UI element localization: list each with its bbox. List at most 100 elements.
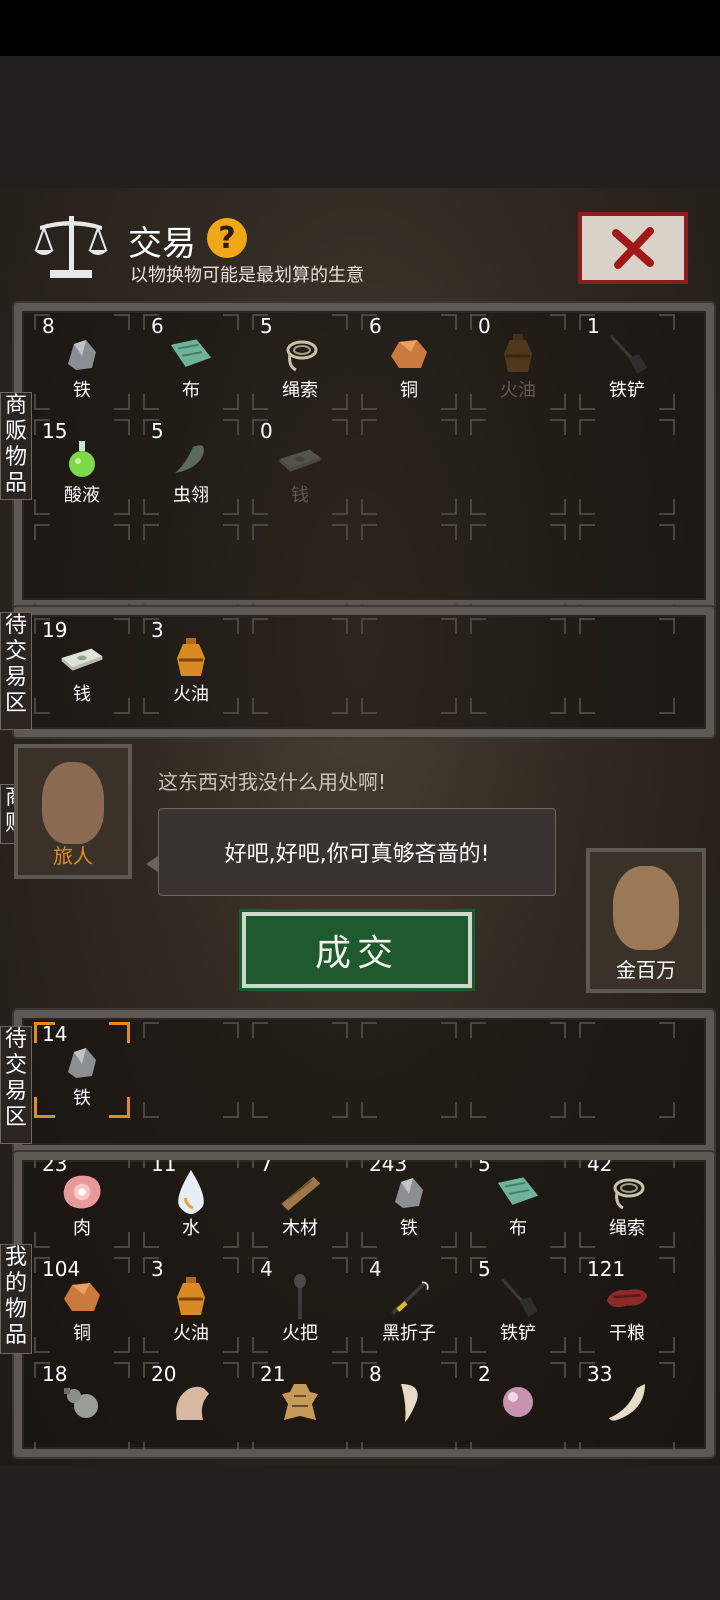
slot-corner xyxy=(659,1102,675,1118)
slot-corner xyxy=(252,698,268,714)
deal-button[interactable]: 成交 xyxy=(239,909,475,991)
slot-corner xyxy=(441,314,457,330)
slot-corner xyxy=(550,618,566,634)
item-slot[interactable]: 4 火把 xyxy=(252,1257,348,1353)
item-slot[interactable]: 3 火油 xyxy=(143,1257,239,1353)
item-slot[interactable]: 42 绳索 xyxy=(579,1160,675,1248)
slot-corner xyxy=(223,524,239,540)
item-slot[interactable]: 19 钱 xyxy=(34,618,130,714)
item-slot[interactable]: 4 黑折子 xyxy=(361,1257,457,1353)
reply-bubble: 好吧,好吧,你可真够吝啬的! xyxy=(158,808,556,896)
empty-slot xyxy=(470,618,566,714)
slot-corner xyxy=(223,314,239,330)
slot-corner xyxy=(361,499,377,515)
item-slot[interactable]: 21 xyxy=(252,1362,348,1449)
slot-corner xyxy=(659,314,675,330)
item-name: 虫翎 xyxy=(173,485,209,506)
oil-jar-icon xyxy=(496,332,540,376)
slot-corner xyxy=(252,618,268,634)
slot-corner xyxy=(441,1257,457,1273)
item-slot[interactable]: 6布 xyxy=(143,314,239,410)
item-slot[interactable]: 23 肉 xyxy=(34,1160,130,1248)
item-slot[interactable]: 0钱 xyxy=(252,419,348,515)
slot-corner xyxy=(441,1362,457,1378)
item-count: 3 xyxy=(151,618,164,642)
my-items-box: 23 肉 11 水 7 木材 243 铁 5 布 42 绳索 104 铜 3 火油 4 火把 4 黑折子 5 铁铲 121 干… xyxy=(14,1152,714,1457)
slot-corner xyxy=(659,499,675,515)
item-slot[interactable]: 5 虫翎 xyxy=(143,419,239,515)
help-icon[interactable]: ? xyxy=(207,218,247,258)
item-slot[interactable]: 2 xyxy=(470,1362,566,1449)
slot-corner xyxy=(441,524,457,540)
slot-corner xyxy=(579,524,595,540)
slot-corner xyxy=(659,698,675,714)
slot-corner xyxy=(114,419,130,435)
slot-corner xyxy=(441,1022,457,1038)
slot-corner xyxy=(34,1442,50,1449)
water-drop-icon xyxy=(169,1170,213,1214)
bottom-background xyxy=(0,1465,720,1600)
item-slot[interactable]: 20 xyxy=(143,1362,239,1449)
item-slot[interactable]: 5布 xyxy=(470,1152,566,1248)
empty-slot xyxy=(34,524,130,620)
item-slot[interactable]: 0 火油 xyxy=(470,314,566,410)
pearl-icon xyxy=(496,1380,540,1424)
item-slot[interactable]: 33 xyxy=(579,1362,675,1449)
slot-corner xyxy=(109,1022,130,1043)
slot-corner xyxy=(550,314,566,330)
item-slot[interactable]: 8 xyxy=(361,1362,457,1449)
item-slot[interactable]: 121 干粮 xyxy=(579,1257,675,1353)
gourd-icon xyxy=(60,1380,104,1424)
item-count: 8 xyxy=(42,314,55,338)
item-slot[interactable]: 5 绳索 xyxy=(252,314,348,410)
slot-corner xyxy=(143,1442,159,1449)
item-slot[interactable]: 15 酸液 xyxy=(34,419,130,515)
slot-corner xyxy=(441,499,457,515)
claw-icon xyxy=(605,1380,649,1424)
slot-corner xyxy=(441,698,457,714)
slot-corner xyxy=(361,618,377,634)
torch-icon xyxy=(278,1274,322,1319)
slot-corner xyxy=(223,1257,239,1273)
item-slot[interactable]: 7 木材 xyxy=(252,1160,348,1248)
slot-corner xyxy=(659,1022,675,1038)
top-background xyxy=(0,56,720,188)
item-slot[interactable]: 8铁 xyxy=(34,314,130,410)
slot-corner xyxy=(579,419,595,435)
item-count: 5 xyxy=(478,1152,491,1176)
money-icon xyxy=(60,636,104,680)
slot-corner xyxy=(332,1102,348,1118)
item-slot[interactable]: 18 xyxy=(34,1362,130,1449)
slot-corner xyxy=(332,1362,348,1378)
item-name: 酸液 xyxy=(64,485,100,506)
close-button[interactable] xyxy=(578,212,688,284)
item-count: 3 xyxy=(151,1257,164,1281)
item-slot[interactable]: 6铜 xyxy=(361,314,457,410)
item-name: 干粮 xyxy=(609,1323,645,1344)
traveler-portrait: 旅人 xyxy=(14,744,132,879)
close-icon xyxy=(612,227,654,269)
slot-corner xyxy=(223,1102,239,1118)
item-slot[interactable]: 243 铁 xyxy=(361,1160,457,1248)
item-name: 火油 xyxy=(500,380,536,401)
empty-slot xyxy=(143,524,239,620)
item-slot[interactable]: 14 铁 xyxy=(34,1022,130,1118)
empty-slot xyxy=(252,524,348,620)
item-name: 布 xyxy=(509,1218,527,1239)
empty-slot xyxy=(579,1022,675,1118)
item-slot[interactable]: 11 水 xyxy=(143,1160,239,1248)
slot-corner xyxy=(114,1160,130,1168)
merchant-items-label: 商贩物品 xyxy=(0,392,32,500)
item-name: 火油 xyxy=(173,1323,209,1344)
item-slot[interactable]: 3 火油 xyxy=(143,618,239,714)
wood-icon xyxy=(278,1170,322,1214)
item-slot[interactable]: 1 铁铲 xyxy=(579,314,675,410)
item-count: 1 xyxy=(587,314,600,338)
fang-icon xyxy=(387,1380,431,1424)
item-slot[interactable]: 5 铁铲 xyxy=(470,1257,566,1353)
item-slot[interactable]: 104 铜 xyxy=(34,1257,130,1353)
slot-corner xyxy=(143,524,159,540)
item-name: 铁铲 xyxy=(609,380,645,401)
slot-corner xyxy=(361,1442,377,1449)
slot-corner xyxy=(361,1022,377,1038)
